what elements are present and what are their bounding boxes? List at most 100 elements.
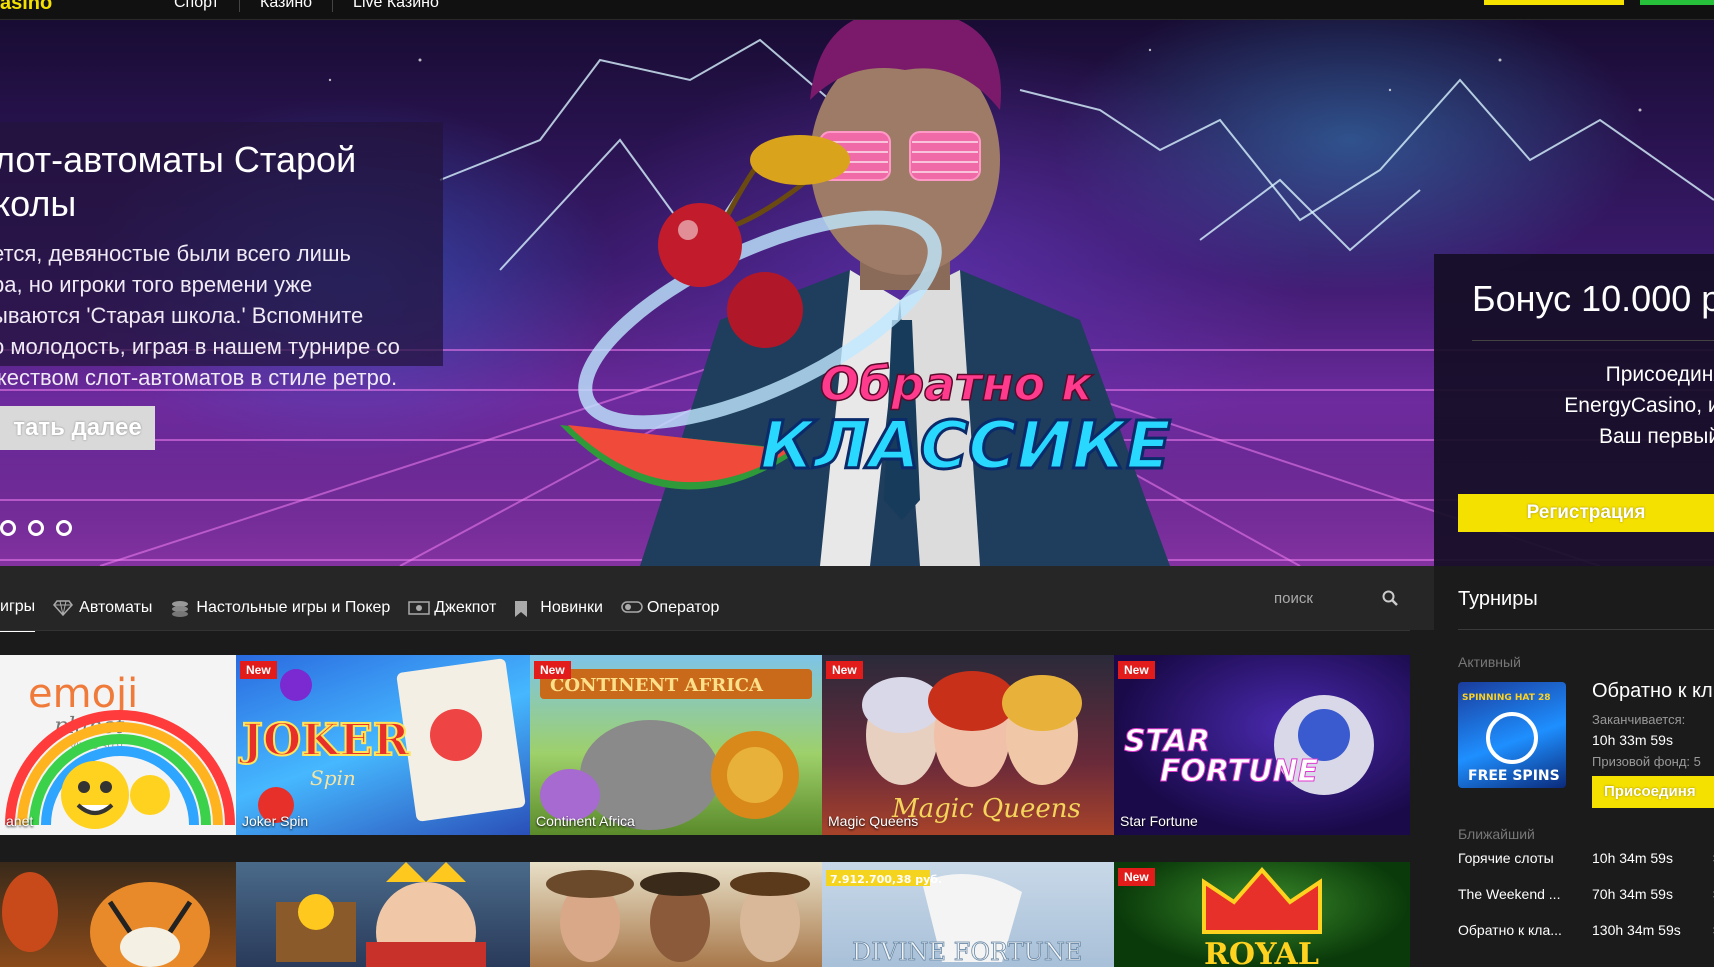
game-tile-star-fortune[interactable]: STAR FORTUNE New Star Fortune xyxy=(1114,655,1410,835)
upcoming-name: Обратно к кла... xyxy=(1458,922,1562,938)
carousel-dot[interactable] xyxy=(0,520,16,536)
nav-item-casino[interactable]: Казино xyxy=(240,0,334,12)
carousel-dot[interactable] xyxy=(56,520,72,536)
tab-label: игры xyxy=(0,598,36,615)
page-root: asino Спорт Казино Live Казино Обратно к… xyxy=(0,0,1714,967)
game-tile-continent-africa[interactable]: CONTINENT AFRICA New Continent Africa xyxy=(530,655,822,835)
new-badge: New xyxy=(1118,868,1155,886)
tab-new[interactable]: Новинки xyxy=(514,599,603,617)
continent-africa-art: CONTINENT AFRICA xyxy=(540,669,812,830)
hero-desc-line: о молодость, играя в нашем турнире со xyxy=(0,334,400,359)
toggle-icon xyxy=(621,600,643,616)
tournaments-divider xyxy=(1458,629,1714,630)
tab-label: Автоматы xyxy=(79,599,153,616)
game-name: anet xyxy=(6,813,34,829)
carousel-dot[interactable] xyxy=(28,520,44,536)
nav-item-sport[interactable]: Спорт xyxy=(154,0,240,12)
tab-label: Джекпот xyxy=(434,599,497,616)
tab-all-games[interactable]: игры xyxy=(0,598,36,632)
chips-icon xyxy=(170,600,190,617)
hero-title-line1: лот-автоматы Старой xyxy=(0,139,357,180)
free-spins-art: SPINNING HAT 28 FREE SPINS xyxy=(1462,693,1560,784)
tab-label: Новинки xyxy=(540,599,603,616)
category-bar: игры Автоматы Настольные игры и Покер Дж… xyxy=(0,566,1434,632)
svg-text:ROYAL: ROYAL xyxy=(1204,937,1319,967)
tournament-ends-label: Заканчивается: xyxy=(1592,712,1686,727)
game-tile-tiger[interactable] xyxy=(0,862,236,967)
hero-art-title-top: Обратно к xyxy=(820,357,1094,411)
diamond-icon xyxy=(53,600,74,617)
game-tile-emoji-planet[interactable]: emoji planet VIDEO SLOT anet xyxy=(0,655,236,835)
category-divider xyxy=(0,630,1410,631)
tab-table-games-poker[interactable]: Настольные игры и Покер xyxy=(170,599,390,617)
jackpot-amount: 7.912.700,38 руб. xyxy=(830,873,942,886)
magic-queens-art: Magic Queens xyxy=(862,671,1082,824)
game-tile-joker-spin[interactable]: JOKER Spin New Joker Spin xyxy=(236,655,530,835)
upcoming-tournament-row[interactable]: Горячие слоты 10h 34m 59s × xyxy=(1458,850,1714,866)
tournaments-title: Турниры xyxy=(1458,588,1538,610)
site-logo[interactable]: asino xyxy=(0,0,52,15)
emoji-planet-art: emoji planet VIDEO SLOT xyxy=(5,671,235,829)
search-input[interactable]: поиск xyxy=(1274,590,1313,607)
nav-item-live-casino[interactable]: Live Казино xyxy=(333,0,459,12)
game-name: Continent Africa xyxy=(536,813,635,829)
bonus-desc-line: Ваш первый депози xyxy=(1598,425,1714,448)
star-fortune-art: STAR FORTUNE xyxy=(1124,695,1374,795)
svg-text:DIVINE FORTUNE: DIVINE FORTUNE xyxy=(852,938,1082,966)
search-icon[interactable] xyxy=(1382,590,1398,606)
bookmark-icon xyxy=(514,600,534,617)
join-tournament-button[interactable]: Присоединя xyxy=(1592,776,1714,808)
read-more-button[interactable]: тать далее xyxy=(0,406,155,450)
upcoming-time: 130h 34m 59s xyxy=(1592,922,1681,938)
tab-label: Оператор xyxy=(646,599,720,616)
bonus-panel: Бонус 10.000 р Присоединяйтесь к EnergyC… xyxy=(1434,254,1714,566)
bonus-divider xyxy=(1472,340,1714,341)
tournament-ends-time: 10h 33m 59s xyxy=(1592,732,1673,748)
upcoming-name: Горячие слоты xyxy=(1458,850,1554,866)
divine-fortune-art: DIVINE FORTUNE 7.912.700,38 руб. xyxy=(826,870,1083,966)
game-name: Joker Spin xyxy=(242,813,309,829)
game-tile-divine-fortune[interactable]: DIVINE FORTUNE 7.912.700,38 руб. xyxy=(822,862,1114,967)
hero-text-panel: лот-автоматы Старой колы ется, девяносты… xyxy=(0,122,443,390)
signup-button[interactable] xyxy=(1640,0,1714,5)
tournament-thumbnail[interactable]: SPINNING HAT 28 FREE SPINS xyxy=(1458,682,1566,788)
tab-provider[interactable]: Оператор xyxy=(621,599,719,617)
game-name: Magic Queens xyxy=(828,813,919,829)
bonus-desc-line: EnergyCasino, и мы удв xyxy=(1564,394,1714,417)
game-tile-magic-queens[interactable]: Magic Queens New Magic Queens xyxy=(822,655,1114,835)
register-button[interactable]: Регистрация xyxy=(1458,494,1714,532)
svg-text:FREE SPINS: FREE SPINS xyxy=(1468,768,1560,784)
upcoming-tournament-row[interactable]: Обратно к кла... 130h 34m 59s × xyxy=(1458,922,1714,938)
new-badge: New xyxy=(826,661,863,679)
game-tile-royal[interactable]: ROYAL New xyxy=(1114,862,1410,967)
upcoming-time: 70h 34m 59s xyxy=(1592,886,1673,902)
game-tile-treasure-king[interactable] xyxy=(236,862,530,967)
main-nav: Спорт Казино Live Казино xyxy=(154,0,459,12)
tournament-name[interactable]: Обратно к кл xyxy=(1592,680,1713,703)
game-name: Star Fortune xyxy=(1120,813,1198,829)
upcoming-tournament-row[interactable]: The Weekend ... 70h 34m 59s × xyxy=(1458,886,1714,902)
login-button[interactable] xyxy=(1484,0,1624,5)
tiger-art xyxy=(2,872,210,967)
hero-desc-line: жеством слот-автоматов в стиле ретро. xyxy=(0,365,398,390)
joker-spin-art: JOKER Spin xyxy=(237,658,526,823)
tab-jackpot[interactable]: Джекпот xyxy=(408,599,496,617)
hero-title-line2: колы xyxy=(0,183,77,224)
svg-text:JOKER: JOKER xyxy=(238,715,410,766)
bonus-title: Бонус 10.000 р xyxy=(1472,278,1714,319)
top-bar: asino Спорт Казино Live Казино xyxy=(0,0,1714,20)
tournament-prize-label: Призовой фонд: 5 xyxy=(1592,754,1701,769)
game-tile-western[interactable] xyxy=(530,862,822,967)
svg-text:CONTINENT AFRICA: CONTINENT AFRICA xyxy=(550,675,764,696)
western-art xyxy=(546,870,810,962)
svg-text:Spin: Spin xyxy=(310,766,356,790)
upcoming-time: 10h 34m 59s xyxy=(1592,850,1673,866)
category-tabs: игры Автоматы Настольные игры и Покер Дж… xyxy=(0,584,737,632)
money-icon xyxy=(408,600,431,616)
new-badge: New xyxy=(1118,661,1155,679)
tab-slots[interactable]: Автоматы xyxy=(53,599,152,617)
hero-description: ется, девяностые были всего лишь ра, но … xyxy=(0,238,431,393)
new-badge: New xyxy=(240,661,277,679)
bonus-desc-line: Присоединяйтесь к xyxy=(1605,363,1714,386)
upcoming-name: The Weekend ... xyxy=(1458,886,1561,902)
